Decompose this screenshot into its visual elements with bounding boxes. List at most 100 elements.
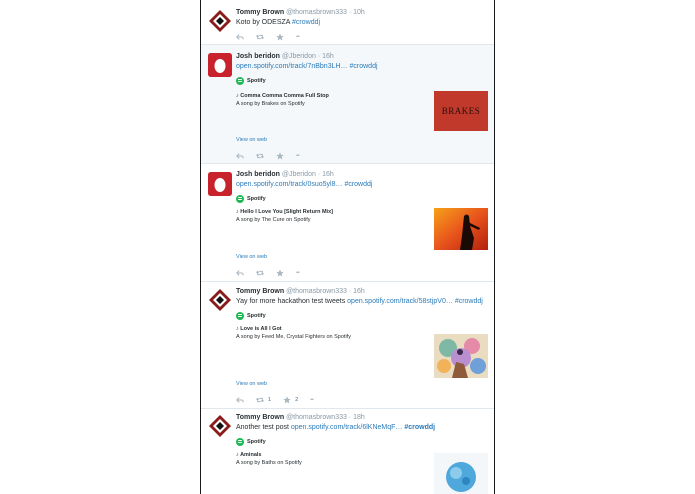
author-handle[interactable]: @thomasbrown333 [286,414,347,421]
reply-button[interactable] [236,395,244,404]
reply-icon [236,396,244,403]
egg-avatar[interactable] [208,172,232,196]
spotify-link[interactable]: open.spotify.com/track/6lKNeMqF… [291,424,403,431]
reply-button[interactable] [236,268,244,277]
tweet-time[interactable]: 16h [322,171,334,178]
card-source-label: Spotify [247,312,266,319]
author-name[interactable]: Tommy Brown [236,288,284,295]
tweet-time[interactable]: 16h [322,53,334,60]
card-source[interactable]: Spotify [236,311,488,320]
more-icon: ••• [310,396,314,403]
retweet-icon [256,270,264,275]
tweet-time[interactable]: 18h [353,414,365,421]
separator: · [348,288,352,295]
card-source[interactable]: Spotify [236,194,488,203]
card-source-label: Spotify [247,438,266,445]
tweet-timeline[interactable]: Tommy Brown @thomasbrown333 · 10h Koto b… [200,0,495,494]
spotify-link[interactable]: open.spotify.com/track/0suo5yl8… [236,181,342,188]
spotify-icon [236,437,244,446]
song-title[interactable]: ♪ Love is All I Got [236,326,488,332]
more-icon: ••• [296,152,300,159]
spotify-link[interactable]: open.spotify.com/track/7nBbn3LH… [236,63,348,70]
tweet-text: Yay for more hackathon test tweets [236,298,348,305]
more-button[interactable]: ••• [296,268,300,277]
more-button[interactable]: ••• [310,395,314,404]
reply-icon [236,269,244,276]
author-handle[interactable]: @thomasbrown333 [286,9,347,16]
tweet-actions: ••• [236,268,311,277]
spotify-icon [236,311,244,320]
separator: · [317,53,321,60]
retweet-button[interactable] [256,32,264,41]
card-source[interactable]: Spotify [236,437,488,446]
retweet-button[interactable]: 1 [256,395,271,404]
view-on-web-link[interactable]: View on web [236,381,267,387]
tommy-avatar[interactable] [208,414,232,438]
album-art-text: BRAKES [441,106,481,116]
retweet-count: 1 [268,396,272,403]
card-source-label: Spotify [247,77,266,84]
more-icon: ••• [296,33,300,40]
tweet-item[interactable]: Josh beridon @Jberidon · 16h open.spotif… [201,164,494,282]
card-source-label: Spotify [247,195,266,202]
star-icon [283,395,291,403]
separator: · [317,171,321,178]
view-on-web-link[interactable]: View on web [236,254,267,260]
hashtag-link[interactable]: #crowddj [404,424,435,431]
separator: · [348,414,352,421]
author-handle[interactable]: @thomasbrown333 [286,288,347,295]
favorite-button[interactable] [276,268,284,277]
tommy-avatar[interactable] [208,288,232,312]
reply-button[interactable] [236,32,244,41]
reply-button[interactable] [236,151,244,160]
retweet-icon [256,153,264,158]
author-name[interactable]: Josh beridon [236,171,280,178]
tweet-text: Koto by ODESZA [236,19,293,26]
album-art[interactable] [434,453,488,494]
tweet-actions: 1 2 ••• [236,395,325,404]
reply-icon [236,152,244,159]
author-name[interactable]: Josh beridon [236,53,280,60]
card-source[interactable]: Spotify [236,76,488,85]
tweet-item[interactable]: Tommy Brown @thomasbrown333 · 10h Koto b… [201,0,494,45]
star-icon [276,268,284,276]
hashtag-link[interactable]: #crowddj [455,298,483,305]
hashtag-link[interactable]: #crowddj [292,19,320,26]
tweet-time[interactable]: 16h [353,288,365,295]
tweet-item[interactable]: Josh beridon @Jberidon · 16h open.spotif… [201,45,494,164]
favorite-button[interactable]: 2 [283,395,298,404]
tweet-actions: ••• [236,32,311,41]
favorite-count: 2 [295,396,299,403]
more-button[interactable]: ••• [296,151,300,160]
more-button[interactable]: ••• [296,32,300,41]
author-handle[interactable]: @Jberidon [282,53,316,60]
view-on-web-link[interactable]: View on web [236,137,267,143]
hashtag-link[interactable]: #crowddj [350,63,378,70]
tweet-item[interactable]: Tommy Brown @thomasbrown333 · 16h Yay fo… [201,282,494,409]
favorite-button[interactable] [276,32,284,41]
retweet-icon [256,34,264,39]
album-art[interactable] [434,208,488,250]
spotify-link[interactable]: open.spotify.com/track/58stjpV0… [347,298,453,305]
tweet-actions: ••• [236,151,311,160]
retweet-button[interactable] [256,151,264,160]
star-icon [276,32,284,40]
hashtag-link[interactable]: #crowddj [344,181,372,188]
egg-avatar[interactable] [208,53,232,77]
author-name[interactable]: Tommy Brown [236,414,284,421]
retweet-icon [256,397,264,402]
author-name[interactable]: Tommy Brown [236,9,284,16]
author-handle[interactable]: @Jberidon [282,171,316,178]
tweet-time[interactable]: 10h [353,9,365,16]
more-icon: ••• [296,269,300,276]
spotify-icon [236,76,244,85]
separator: · [348,9,352,16]
favorite-button[interactable] [276,151,284,160]
retweet-button[interactable] [256,268,264,277]
album-art[interactable] [434,334,488,378]
tweet-item[interactable]: Tommy Brown @thomasbrown333 · 18h Anothe… [201,409,494,494]
star-icon [276,151,284,159]
tommy-avatar[interactable] [208,9,232,33]
spotify-icon [236,194,244,203]
album-art[interactable]: BRAKES [434,91,488,131]
